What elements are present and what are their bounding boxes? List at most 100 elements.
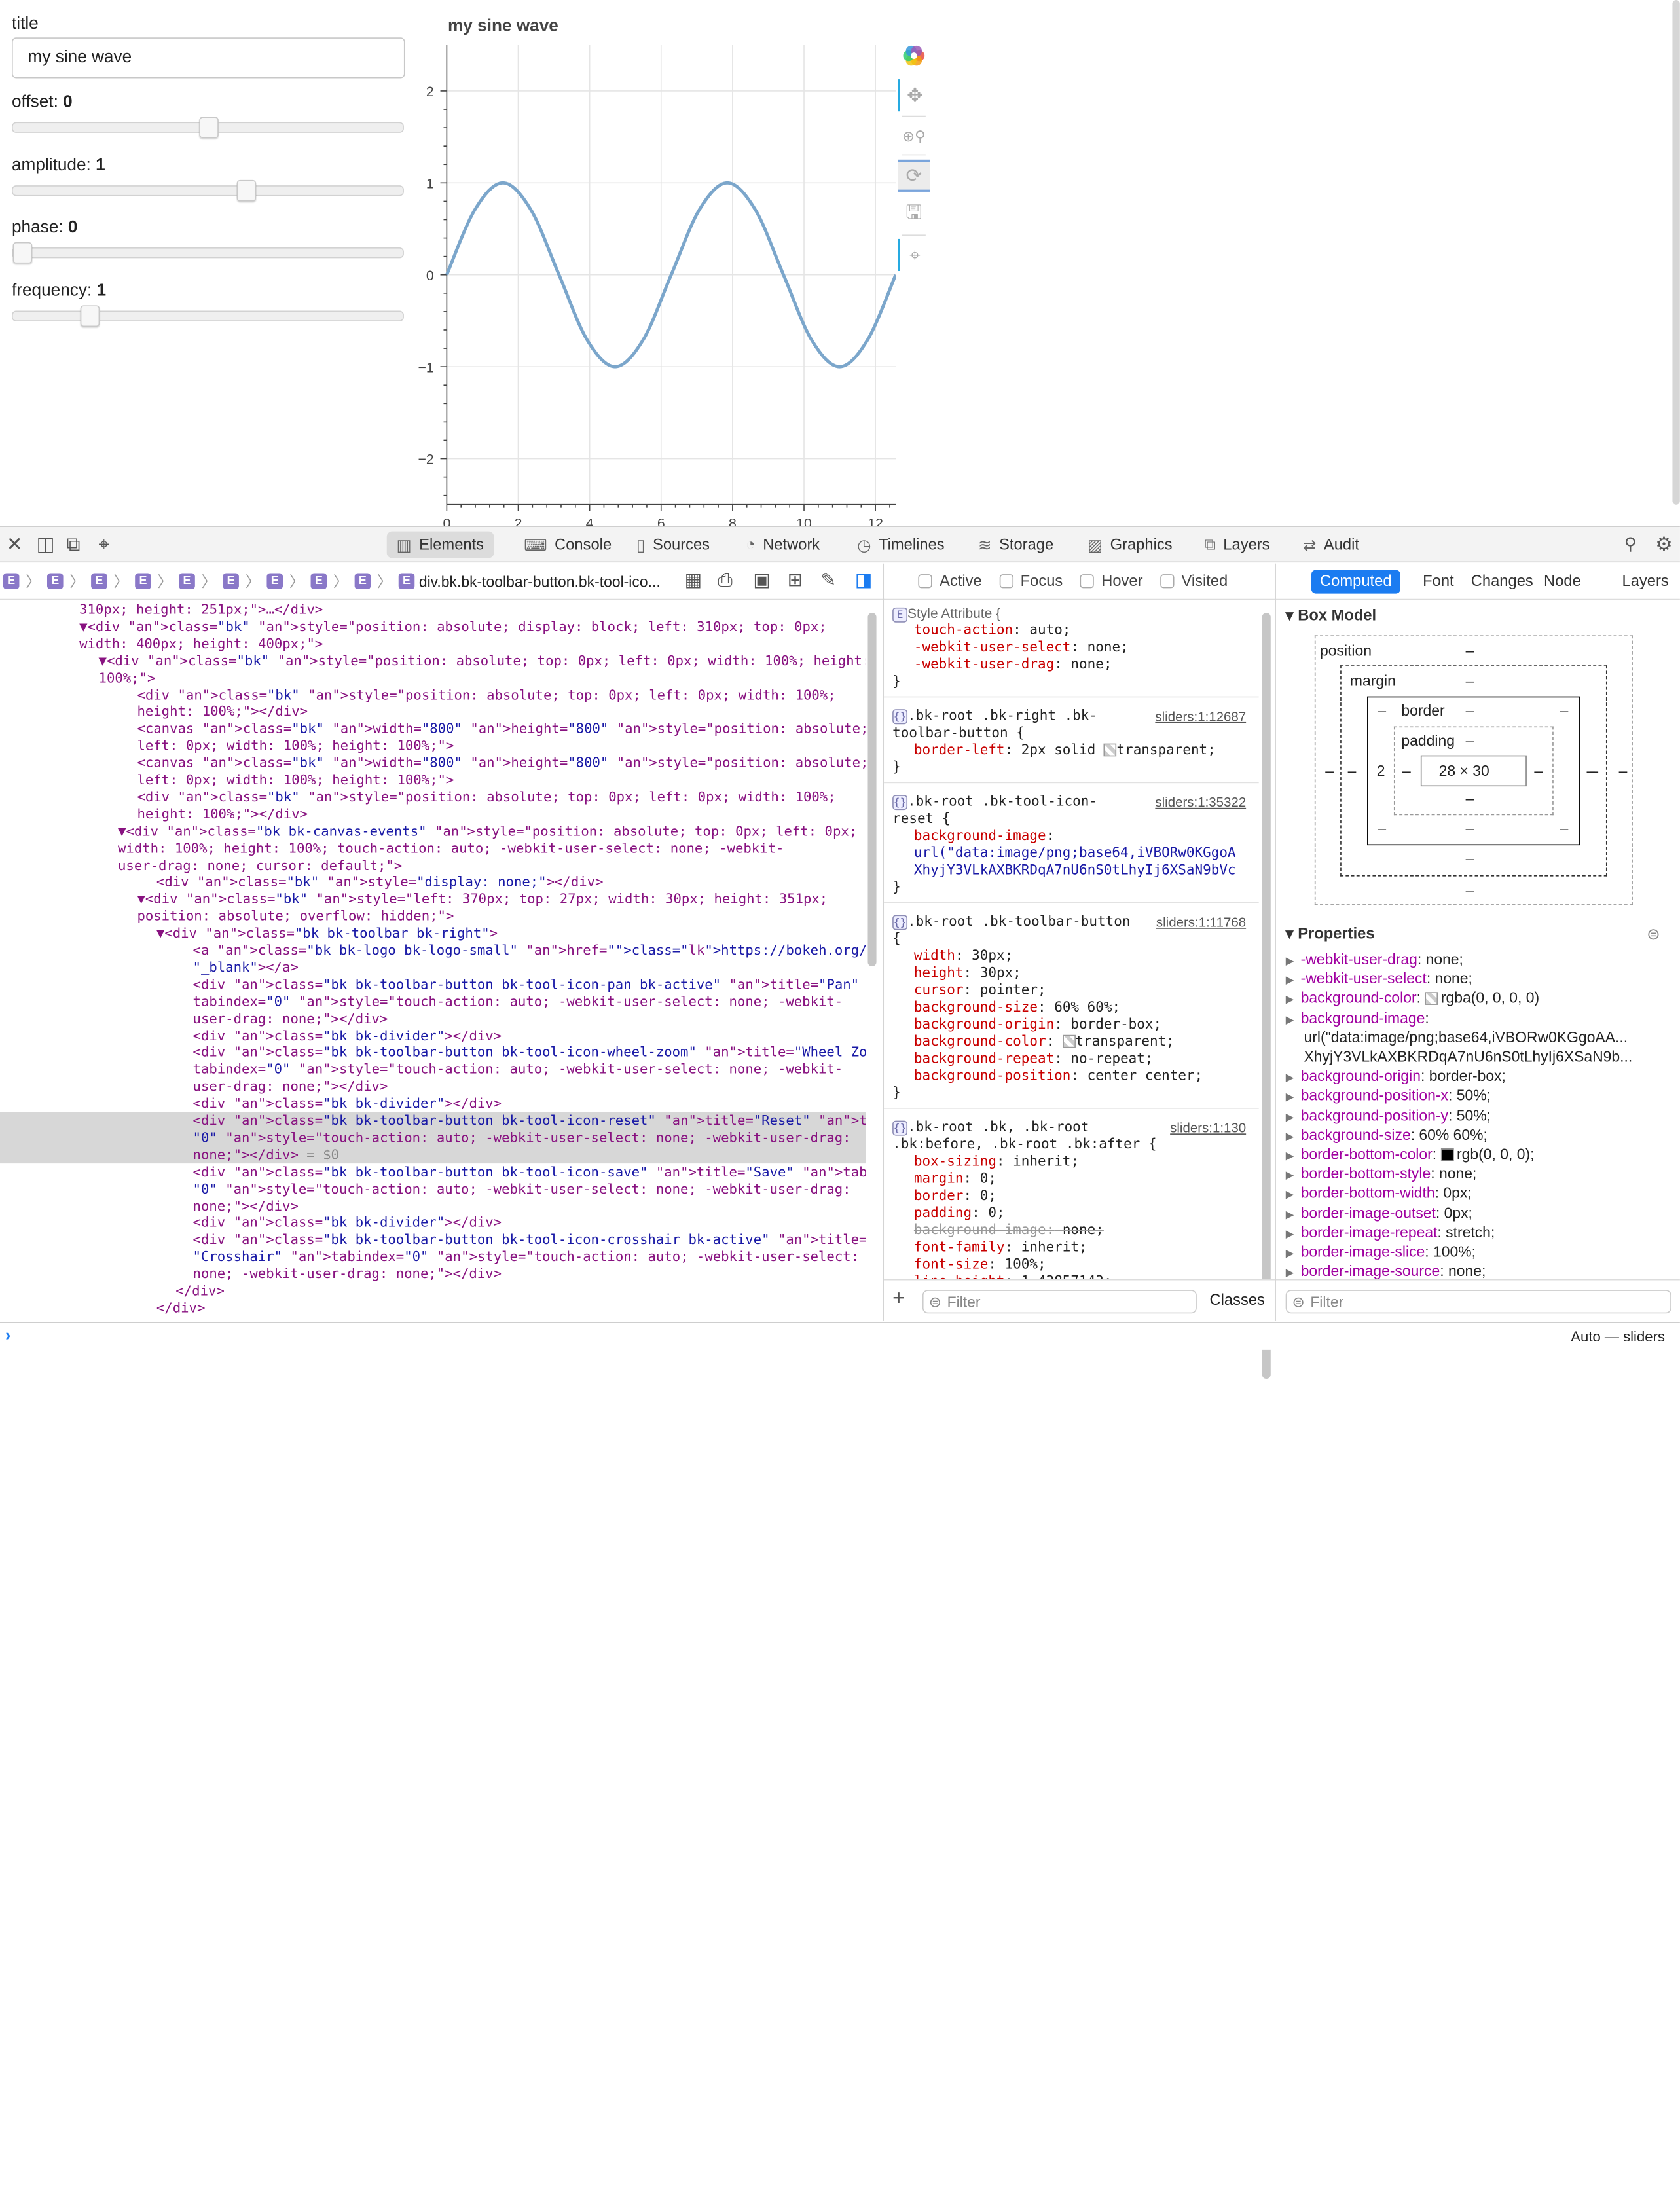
frequency-slider[interactable] xyxy=(12,305,404,327)
css-declaration[interactable]: XhyjY3VLkAXBKRDqA7nU6nS0tLhyIj6XSaN9bVc xyxy=(914,862,1236,879)
css-declaration[interactable]: background-origin: border-box; xyxy=(914,1017,1161,1034)
dom-node-line[interactable]: <div "an">class="bk bk-divider"></div> xyxy=(0,1027,866,1044)
css-declaration[interactable]: background-color: transparent; xyxy=(914,1034,1175,1051)
tab-graphics[interactable]: ▨ Graphics xyxy=(1078,532,1182,558)
styles-scrollbar[interactable] xyxy=(1262,613,1271,1379)
dom-node-line[interactable]: left: 0px; width: 100%; height: 100%;"> xyxy=(0,771,866,788)
undock-icon[interactable]: ⧉ xyxy=(66,534,80,556)
dom-node-selected[interactable]: none;"></div> = $0 xyxy=(0,1146,866,1163)
rule-source-link[interactable]: sliders:1:12687 xyxy=(1155,708,1246,725)
dom-node-line[interactable]: ▼<div "an">class="bk" "an">style="left: … xyxy=(0,890,866,907)
dom-node-line[interactable]: <div "an">class="bk" "an">style="display… xyxy=(0,873,866,890)
screenshot-icon[interactable]: ▣ xyxy=(753,570,770,592)
computed-filter-input[interactable]: ⊜ Filter xyxy=(1285,1290,1671,1314)
css-declaration[interactable]: background-repeat: no-repeat; xyxy=(914,1051,1154,1068)
add-rule-icon[interactable]: + xyxy=(892,1286,905,1311)
rule-source-link[interactable]: sliders:1:35322 xyxy=(1155,794,1246,811)
dom-node-line[interactable]: width: 100%; height: 100%; touch-action:… xyxy=(0,839,866,856)
computed-property[interactable]: url("data:image/png;base64,iVBORw0KGgoAA… xyxy=(1286,1027,1666,1047)
css-declaration[interactable]: touch-action: auto; xyxy=(914,623,1071,640)
box-model-heading[interactable]: ▾ Box Model xyxy=(1286,608,1376,625)
console-context-selector[interactable]: Auto — sliders xyxy=(1571,1328,1665,1345)
css-declaration[interactable]: background-position: center center; xyxy=(914,1068,1203,1085)
style-rule[interactable]: {} .bk-root .bk-toolbar-button sliders:1:1… xyxy=(884,909,1259,1109)
save-tool-icon[interactable]: 🖫 xyxy=(898,199,930,231)
dom-node-line[interactable]: <div "an">class="bk bk-toolbar-button bk… xyxy=(0,976,866,993)
dom-node-line[interactable]: position: absolute; overflow: hidden;"> xyxy=(0,907,866,924)
layout-overlay-icon[interactable]: ▦ xyxy=(685,570,702,592)
properties-heading[interactable]: ▾ Properties xyxy=(1286,926,1375,943)
tab-layers[interactable]: ⧉ Layers xyxy=(1195,532,1280,558)
dom-node-line[interactable]: tabindex="0" "an">style="touch-action: a… xyxy=(0,993,866,1010)
print-icon[interactable]: ⎙ xyxy=(718,570,732,592)
dom-node-line[interactable]: ▼<div "an">class="bk" "an">style="positi… xyxy=(0,652,866,669)
computed-property[interactable]: ▶ border-image-source: none; xyxy=(1286,1261,1666,1279)
rule-source-link[interactable]: sliders:1:11768 xyxy=(1156,914,1246,931)
style-rule[interactable]: {} .bk-root .bk-right .bk-sliders:1:12687… xyxy=(884,704,1259,784)
breadcrumb-item[interactable]: E 〉 xyxy=(3,571,47,593)
wheel-zoom-tool-icon[interactable]: ⊕⚲ xyxy=(898,120,930,152)
dom-node-line[interactable]: <div "an">class="bk bk-toolbar-button bk… xyxy=(0,1231,866,1249)
css-declaration[interactable]: font-family: inherit; xyxy=(914,1239,1087,1256)
breadcrumb-item[interactable]: E 〉 xyxy=(135,571,179,593)
sidebar-tab-computed[interactable]: Computed xyxy=(1311,570,1400,594)
css-declaration[interactable]: box-sizing: inherit; xyxy=(914,1154,1079,1171)
tab-console[interactable]: ⌨ Console xyxy=(514,532,621,558)
sidebar-tab-font[interactable]: Font xyxy=(1414,570,1463,594)
dom-node-line[interactable]: ▼<div "an">class="bk bk-toolbar bk-right… xyxy=(0,924,866,941)
dom-node-line[interactable]: ▼<div "an">class="bk" "an">style="positi… xyxy=(0,618,866,635)
tab-storage[interactable]: ≋ Storage xyxy=(968,532,1063,558)
dom-node-line[interactable]: <canvas "an">class="bk" "an">width="800"… xyxy=(0,754,866,771)
breadcrumb-item[interactable]: E 〉 xyxy=(266,571,310,593)
tab-network[interactable]: ◔ Network xyxy=(736,532,830,558)
checkbox[interactable] xyxy=(998,574,1013,589)
dom-node-line[interactable]: <div "an">class="bk bk-toolbar-button bk… xyxy=(0,1163,866,1180)
dom-node-line[interactable]: 100%;"> xyxy=(0,669,866,686)
amplitude-slider-thumb[interactable] xyxy=(236,179,256,202)
tab-elements[interactable]: ▥ Elements xyxy=(386,531,494,558)
page-scrollbar[interactable] xyxy=(1672,0,1680,505)
offset-slider[interactable] xyxy=(12,117,404,139)
filter-options-icon[interactable]: ⊜ xyxy=(1647,924,1660,944)
dom-node-selected[interactable]: "0" "an">style="touch-action: auto; -web… xyxy=(0,1129,866,1146)
sidebar-toggle-icon[interactable]: ◨ xyxy=(855,570,872,592)
grid-icon[interactable]: ⊞ xyxy=(788,570,803,592)
close-icon[interactable]: ✕ xyxy=(7,534,23,556)
phase-slider-thumb[interactable] xyxy=(12,242,33,264)
breadcrumb-item[interactable]: E 〉 xyxy=(354,571,399,593)
sidebar-tab-node[interactable]: Node xyxy=(1535,570,1590,594)
dom-tree-scrollbar[interactable] xyxy=(867,613,877,967)
css-declaration[interactable]: border-left: 2px solid transparent; xyxy=(914,742,1216,759)
computed-properties-list[interactable]: ▶ -webkit-user-drag: none; ▶ -webkit-user-s… xyxy=(1286,949,1666,1279)
dom-node-line[interactable]: "Crosshair" "an">tabindex="0" "an">style… xyxy=(0,1249,866,1266)
title-input[interactable]: my sine wave xyxy=(12,37,405,79)
dom-node-line[interactable]: <div "an">class="bk bk-toolbar-button bk… xyxy=(0,1044,866,1061)
dom-node-line[interactable]: none;"></div> xyxy=(0,1197,866,1214)
css-declaration[interactable]: -webkit-user-drag: none; xyxy=(914,657,1112,674)
dom-node-line[interactable]: ▼<div "an">class="bk bk-canvas-events" "… xyxy=(0,822,866,839)
dom-node-line[interactable]: height: 100%;"></div> xyxy=(0,703,866,720)
dom-node-line[interactable]: <div "an">class="bk bk-divider"></div> xyxy=(0,1214,866,1231)
dom-node-line[interactable]: "0" "an">style="touch-action: auto; -web… xyxy=(0,1180,866,1197)
css-declaration[interactable]: padding: 0; xyxy=(914,1205,1005,1222)
css-declaration[interactable]: background-size: 60% 60%; xyxy=(914,1000,1120,1017)
dom-node-line[interactable]: <div "an">class="bk" "an">style="positio… xyxy=(0,788,866,805)
disclosure-icon[interactable]: ▶ xyxy=(1286,1264,1301,1279)
dom-node-line[interactable]: <div "an">class="bk" "an">style="positio… xyxy=(0,686,866,703)
computed-property[interactable]: XhyjY3VLkAXBKRDqA7nU6nS0tLhyIj6XSaN9b... xyxy=(1286,1047,1666,1067)
dom-node-line[interactable]: <canvas "an">class="bk" "an">width="800"… xyxy=(0,720,866,737)
breadcrumb-item[interactable]: E 〉 xyxy=(310,571,355,593)
dom-node-line[interactable]: height: 100%;"></div> xyxy=(0,805,866,822)
phase-slider[interactable] xyxy=(12,242,404,264)
sidebar-tab-layers[interactable]: Layers xyxy=(1613,570,1677,594)
breadcrumb-current[interactable]: div.bk.bk-toolbar-button.bk-tool-ico... xyxy=(419,573,661,590)
gear-icon[interactable]: ⚙ xyxy=(1655,534,1672,556)
checkbox[interactable] xyxy=(1160,574,1174,589)
dom-node-selected[interactable]: <div "an">class="bk bk-toolbar-button bk… xyxy=(0,1112,866,1129)
dom-node-line[interactable]: user-drag: none; cursor: default;"> xyxy=(0,856,866,873)
dom-node-line[interactable]: 310px; height: 251px;">…</div> xyxy=(0,601,866,618)
search-icon[interactable]: ⚲ xyxy=(1624,534,1637,555)
tab-audit[interactable]: ⇄ Audit xyxy=(1293,532,1369,558)
style-rule[interactable]: {} .bk-root .bk, .bk-root sliders:1:130 .bk… xyxy=(884,1115,1259,1279)
dom-node-line[interactable]: user-drag: none;"></div> xyxy=(0,1078,866,1095)
